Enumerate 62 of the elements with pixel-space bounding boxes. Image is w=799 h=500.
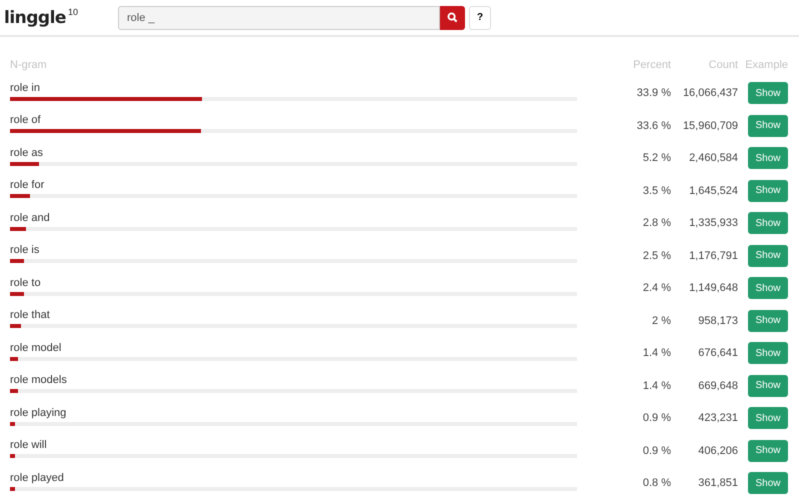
percent-cell-text: 33.9 %	[636, 87, 671, 100]
help-button[interactable]: ?	[469, 6, 491, 30]
show-button[interactable]: Show	[748, 374, 788, 397]
show-button[interactable]: Show	[748, 180, 788, 202]
count-cell-text: 15,960,709	[682, 120, 738, 132]
ngram-text: role as	[10, 146, 44, 159]
show-button[interactable]: Show	[748, 440, 788, 462]
percent-cell-text: 2.4 %	[642, 282, 671, 294]
ngram-text: role models	[10, 374, 68, 386]
search-icon	[447, 12, 458, 23]
show-button[interactable]: Show	[748, 147, 788, 170]
count-cell-text: 16,066,437	[682, 87, 738, 100]
show-button[interactable]: Show	[748, 310, 788, 332]
show-button[interactable]: Show	[748, 342, 788, 364]
show-button[interactable]: Show	[748, 114, 788, 137]
percent-cell-text: 1.4 %	[642, 347, 671, 360]
show-button[interactable]: Show	[748, 277, 788, 300]
ngram-text: role of	[10, 114, 42, 126]
count-cell-text: 1,149,648	[688, 282, 738, 294]
show-button[interactable]: Show	[748, 244, 788, 267]
percent-cell-text: 2.5 %	[642, 250, 671, 262]
ngram-text: role to	[10, 276, 42, 289]
percent-cell-text: 3.5 %	[642, 184, 671, 197]
ngram-text: role that	[10, 309, 51, 322]
search-button[interactable]	[440, 6, 465, 30]
count-cell-text: 958,173	[697, 314, 738, 327]
show-button[interactable]: Show	[748, 82, 788, 104]
percent-cell-text: 2 %	[651, 314, 671, 327]
percent-cell-text: 0.9 %	[642, 412, 671, 424]
ngram-text: role will	[10, 439, 48, 452]
count-cell-text: 423,231	[697, 412, 738, 424]
count-cell-text: 1,176,791	[688, 250, 738, 262]
percent-cell-text: 0.8 %	[642, 477, 671, 490]
column-header: Percent	[632, 59, 671, 71]
ngram-text: role is	[10, 244, 40, 256]
count-cell-text: 669,648	[697, 380, 738, 392]
count-cell-text: 1,645,524	[688, 184, 738, 197]
show-button[interactable]: Show	[748, 407, 788, 430]
percent-cell-text: 0.9 %	[642, 444, 671, 457]
ngram-text: role and	[10, 212, 51, 224]
ngram-text: role model	[10, 342, 62, 354]
percent-cell-text: 1.4 %	[642, 380, 671, 392]
search-field[interactable]: role _	[118, 6, 440, 30]
show-button[interactable]: Show	[748, 472, 788, 494]
column-header: Example	[744, 59, 788, 71]
percent-cell-text: 5.2 %	[642, 152, 671, 164]
count-cell-text: 406,206	[697, 444, 738, 457]
logo-version: 10	[68, 8, 78, 16]
column-header: Count	[708, 59, 738, 71]
count-cell-text: 361,851	[697, 477, 738, 490]
count-cell-text: 676,641	[697, 347, 738, 360]
percent-cell-text: 2.8 %	[642, 217, 671, 230]
ngram-text: role playing	[10, 406, 68, 419]
count-cell-text: 2,460,584	[688, 152, 738, 164]
logo-text: linggle	[4, 8, 66, 28]
ngram-text: role for	[10, 179, 46, 192]
percent-cell-text: 33.6 %	[636, 120, 671, 132]
ngram-text: role in	[10, 82, 41, 94]
count-cell-text: 1,335,933	[688, 217, 738, 230]
ngram-text: role played	[10, 472, 65, 484]
show-button[interactable]: Show	[748, 212, 788, 234]
column-header: N-gram	[10, 59, 48, 71]
